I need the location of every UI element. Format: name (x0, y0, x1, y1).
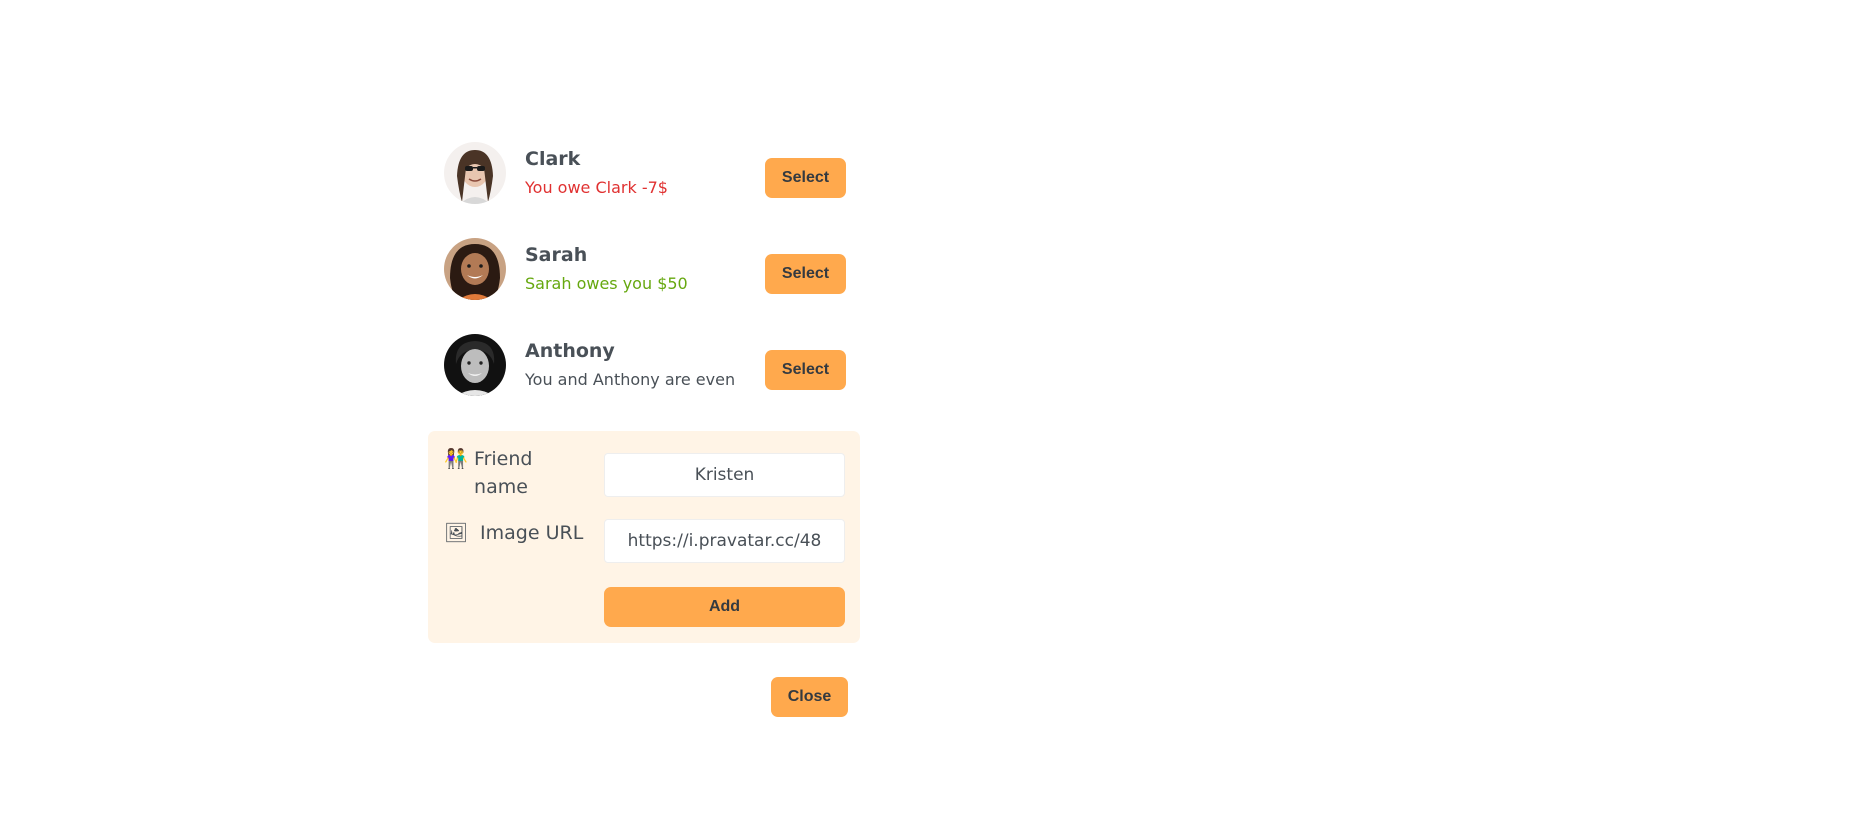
select-button-anthony[interactable]: Select (765, 350, 846, 390)
avatar (444, 334, 506, 396)
people-icon: 👫 (444, 448, 468, 470)
friend-name-label-text: Friend name (474, 448, 533, 498)
select-button-sarah[interactable]: Select (765, 254, 846, 294)
avatar (444, 142, 506, 204)
add-button[interactable]: Add (604, 587, 845, 627)
friend-item-sarah: Sarah Sarah owes you $50 Select (428, 221, 860, 317)
friends-list: Clark You owe Clark -7$ Select Sarah Sar… (428, 125, 860, 413)
friend-item-clark: Clark You owe Clark -7$ Select (428, 125, 860, 221)
image-url-label: 🖼 Image URL (444, 519, 583, 547)
image-url-label-text: Image URL (480, 522, 584, 544)
avatar (444, 238, 506, 300)
image-url-input[interactable] (604, 519, 845, 563)
picture-icon: 🖼 (444, 522, 469, 544)
friend-item-anthony: Anthony You and Anthony are even Select (428, 317, 860, 413)
add-friend-form: 👫 Friend name 🖼 Image URL Add (428, 431, 860, 643)
select-button-clark[interactable]: Select (765, 158, 846, 198)
friend-name-input[interactable] (604, 453, 845, 497)
sidebar: Clark You owe Clark -7$ Select Sarah Sar… (428, 125, 860, 717)
close-button[interactable]: Close (771, 677, 848, 717)
friend-name-label: 👫 Friend name (444, 445, 584, 501)
